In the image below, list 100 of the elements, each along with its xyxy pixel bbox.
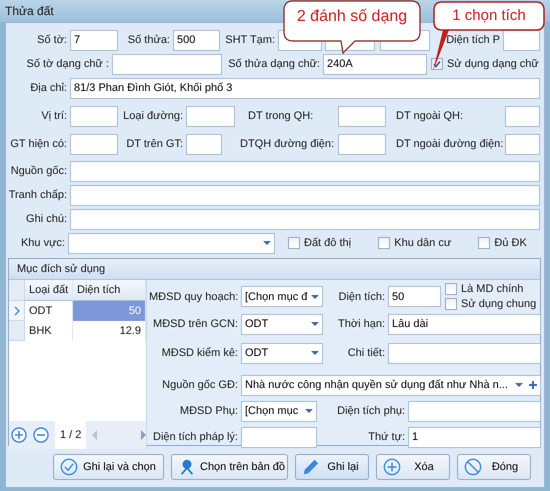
input-field[interactable]: 50 xyxy=(388,286,441,307)
dropdown-arrow-icon[interactable] xyxy=(305,409,313,413)
dropdown-arrow-icon[interactable] xyxy=(311,351,319,355)
dropdown-arrow-icon[interactable] xyxy=(263,241,271,245)
field-label: Thời hạn: xyxy=(337,318,386,330)
input-field[interactable]: 500 xyxy=(173,30,220,50)
field-label: GT hiện có: xyxy=(9,138,68,150)
field-label: DT trong QH: xyxy=(247,110,314,122)
input-field[interactable]: 81/3 Phan Đình Giót, Khối phố 3 xyxy=(70,78,540,98)
field-label: MĐSD trên GCN: xyxy=(152,318,239,330)
field-label: MĐSD kiểm kê: xyxy=(160,347,239,359)
column-header[interactable]: Diện tích xyxy=(73,280,146,301)
next-icon[interactable] xyxy=(140,430,146,440)
field-label: Ghi chú: xyxy=(25,213,68,225)
checkbox[interactable] xyxy=(445,298,457,310)
action-button[interactable]: Ghi lại và chọn xyxy=(53,454,164,480)
dropdown[interactable]: [Chọn mục đ xyxy=(241,286,323,307)
prohibited-icon xyxy=(464,458,482,476)
field-label: Vị trí: xyxy=(40,110,68,122)
input-field[interactable] xyxy=(505,106,540,126)
dropdown[interactable]: [Chọn mục xyxy=(241,400,317,422)
input-field[interactable] xyxy=(112,54,222,74)
input-field[interactable] xyxy=(186,106,235,126)
add-icon[interactable] xyxy=(11,427,27,443)
input-field[interactable]: 240A xyxy=(323,54,427,74)
table-cell: 12.9 xyxy=(73,321,146,341)
input-field[interactable]: Lâu dài xyxy=(388,314,541,334)
field-label: Số tờ: xyxy=(36,34,68,46)
window-title: Thửa đất xyxy=(5,4,54,18)
dropdown-arrow-icon[interactable] xyxy=(311,322,319,326)
checkbox[interactable] xyxy=(445,283,457,295)
input-field[interactable] xyxy=(70,208,540,230)
table-cell: BHK xyxy=(25,321,73,341)
page-indicator: 1 / 2 xyxy=(55,421,86,449)
input-field[interactable] xyxy=(408,400,541,422)
input-field[interactable] xyxy=(186,134,222,154)
input-field[interactable] xyxy=(505,134,540,154)
input-field[interactable] xyxy=(70,134,118,154)
input-field[interactable] xyxy=(338,134,386,154)
add-icon[interactable] xyxy=(529,381,537,389)
column-header[interactable]: Loại đất xyxy=(25,280,73,301)
field-label: Địa chỉ: xyxy=(29,82,68,94)
field-label: Chi tiết: xyxy=(346,347,386,359)
field-label: SHT Tạm: xyxy=(224,34,276,46)
row-pointer-icon xyxy=(14,306,20,316)
action-button[interactable]: Xóa xyxy=(376,454,450,480)
field-label: Nguồn gốc: xyxy=(10,165,68,177)
action-button[interactable]: Chọn trên bản đồ xyxy=(171,454,288,480)
action-button[interactable]: Đóng xyxy=(457,454,531,480)
field-label: MĐSD quy hoạch: xyxy=(149,290,240,302)
input-field[interactable] xyxy=(503,30,540,50)
checkbox-label: Khu dân cư xyxy=(394,237,452,249)
field-label: Số thửa: xyxy=(126,34,171,46)
table-cell: 50 xyxy=(73,301,146,321)
input-field[interactable]: 1 xyxy=(408,426,541,448)
checkbox-label: Sử dụng dạng chữ xyxy=(447,58,539,70)
field-label: Thứ tự: xyxy=(367,431,406,443)
input-field[interactable] xyxy=(338,106,386,126)
input-field[interactable] xyxy=(241,426,317,448)
dropdown[interactable]: ODT xyxy=(241,342,323,364)
action-button[interactable]: Ghi lại xyxy=(295,454,369,480)
field-label: MĐSD Phụ: xyxy=(178,405,239,417)
plus-circle-icon xyxy=(383,458,401,476)
callout-tooltip: 2 đánh số dạng xyxy=(283,0,421,54)
person-icon xyxy=(178,458,196,476)
field-label: DT trên GT: xyxy=(125,138,184,150)
field-label: Diện tích pháp lý: xyxy=(152,431,239,443)
field-label: Loại đường: xyxy=(122,110,184,122)
checkbox[interactable] xyxy=(478,237,490,249)
checkbox-label: Đất đô thị xyxy=(304,237,352,249)
dropdown-arrow-icon[interactable] xyxy=(311,294,319,298)
field-label: Tranh chấp: xyxy=(8,189,68,201)
dropdown[interactable]: ODT xyxy=(241,314,323,334)
field-label: DT ngoài đường điện: xyxy=(395,138,504,150)
field-label: Nguồn gốc GĐ: xyxy=(161,379,239,391)
checkbox[interactable] xyxy=(431,58,443,70)
dropdown[interactable]: Nhà nước công nhận quyền sử dụng đất như Nhà n... xyxy=(241,374,541,396)
field-label: DTQH đường điện: xyxy=(239,138,336,150)
check-circle-icon xyxy=(60,458,78,476)
input-field[interactable] xyxy=(70,160,540,182)
checkbox[interactable] xyxy=(378,237,390,249)
input-field[interactable] xyxy=(70,106,118,126)
dropdown-arrow-icon[interactable] xyxy=(515,383,523,387)
field-label: Số thửa dạng chữ: xyxy=(227,58,321,70)
pencil-icon xyxy=(302,458,320,476)
checkbox[interactable] xyxy=(288,237,300,249)
field-label: Diện tích phụ: xyxy=(336,405,406,417)
input-field[interactable] xyxy=(388,342,541,364)
remove-icon[interactable] xyxy=(33,427,49,443)
checkbox-label: Đủ ĐK xyxy=(494,237,527,249)
input-field[interactable]: 7 xyxy=(70,30,118,50)
input-field[interactable] xyxy=(70,184,540,206)
field-label: Diện tích: xyxy=(338,290,386,302)
checkbox-label: Sử dụng chung xyxy=(461,298,536,310)
field-label: Khu vực: xyxy=(20,237,66,249)
field-label: DT ngoài QH: xyxy=(395,110,464,122)
previous-icon[interactable] xyxy=(92,430,98,440)
checkbox-label: Là MD chính xyxy=(461,283,524,295)
field-label: Số tờ dạng chữ : xyxy=(26,58,110,70)
row-header[interactable] xyxy=(9,301,25,321)
